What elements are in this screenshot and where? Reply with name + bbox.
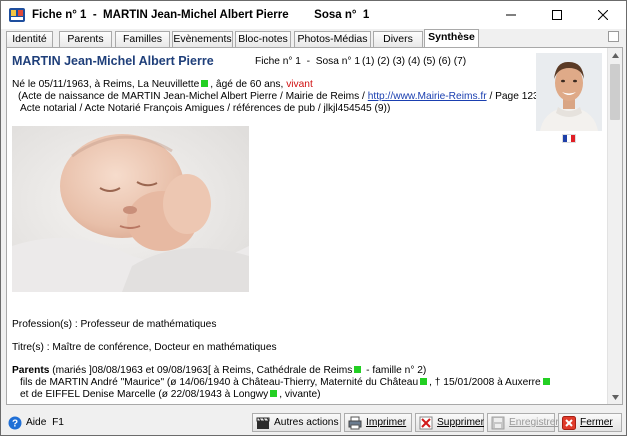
print-label: Imprimer (366, 417, 407, 428)
parents-family: - famille n° 2) (363, 365, 427, 376)
minimize-icon (506, 14, 516, 16)
help-shortcut: F1 (52, 417, 64, 428)
tab-identite[interactable]: Identité (6, 31, 53, 47)
father-line: fils de MARTIN André "Maurice" (ø 14/06/… (20, 377, 552, 389)
green-marker-icon (542, 378, 550, 385)
green-marker-icon (354, 366, 362, 373)
close-icon (598, 10, 608, 20)
parents-line: Parents (mariés ]08/08/1963 et 09/08/196… (12, 365, 426, 377)
scroll-down-arrow[interactable] (608, 390, 623, 404)
app-icon (8, 6, 26, 24)
delete-button[interactable]: Supprimer (415, 413, 484, 432)
help-label: Aide (26, 417, 47, 428)
svg-text:?: ? (12, 418, 18, 429)
close-window-button[interactable] (580, 1, 626, 29)
baby-photo (12, 126, 249, 292)
green-marker-icon (201, 80, 209, 87)
tab-synthese[interactable]: Synthèse (424, 29, 479, 47)
save-button[interactable]: Enregistrer (487, 413, 559, 432)
mother-line: et de EIFFEL Denise Marcelle (ø 22/08/19… (20, 389, 321, 401)
maximize-icon (552, 10, 562, 20)
fiche-info: Fiche n° 1 - Sosa n° 1 (255, 56, 360, 67)
print-button[interactable]: Imprimer (344, 413, 412, 432)
tab-parents[interactable]: Parents (59, 31, 112, 47)
birth-line: Né le 05/11/1963, à Reims, La Neuvillett… (12, 79, 313, 91)
bottom-toolbar: ? Aide F1 Autres actions Imprimer Suppri… (1, 409, 626, 435)
chevron-down-icon (612, 394, 619, 400)
other-actions-label: Autres actions (274, 417, 339, 428)
scroll-up-arrow[interactable] (608, 48, 623, 62)
tab-bar: Identité Parents Familles Evènements Blo… (6, 29, 623, 47)
birth-act-line: (Acte de naissance de MARTIN Jean-Michel… (18, 91, 580, 103)
close-button[interactable]: Fermer (558, 413, 622, 432)
vertical-scrollbar[interactable] (607, 48, 622, 404)
birth-text: Né le 05/11/1963, à Reims, La Neuvillett… (12, 79, 200, 90)
close-red-icon (562, 415, 576, 430)
help-button[interactable]: ? Aide F1 (5, 413, 65, 432)
mother-status: , vivante) (279, 389, 321, 400)
fiche-window: Fiche n° 1 - MARTIN Jean-Michel Albert P… (0, 0, 627, 436)
tab-familles[interactable]: Familles (115, 31, 170, 47)
person-portrait[interactable] (536, 53, 602, 131)
tab-bloc-notes[interactable]: Bloc-notes (235, 31, 291, 47)
other-actions-button[interactable]: Autres actions (252, 413, 341, 432)
close-label: Fermer (580, 417, 613, 428)
synthesis-panel: MARTIN Jean-Michel Albert Pierre Fiche n… (6, 47, 623, 405)
notary-line: Acte notarial / Acte Notarié François Am… (20, 103, 391, 114)
save-label: Enregistrer (509, 417, 559, 428)
clapper-icon (256, 416, 270, 430)
maximize-button[interactable] (534, 1, 580, 29)
french-flag-icon (562, 134, 576, 143)
person-name: MARTIN Jean-Michel Albert Pierre (12, 54, 214, 68)
window-controls (488, 1, 626, 29)
scroll-thumb[interactable] (610, 64, 620, 120)
tab-divers[interactable]: Divers (373, 31, 423, 47)
father-death: , † 15/01/2008 à Auxerre (429, 377, 541, 388)
source-references[interactable]: (1) (2) (3) (4) (5) (6) (7) (362, 56, 466, 67)
synthesis-content: MARTIN Jean-Michel Albert Pierre Fiche n… (7, 48, 607, 404)
delete-label: Supprimer (437, 417, 484, 428)
green-marker-icon (420, 378, 428, 385)
title-bar: Fiche n° 1 - MARTIN Jean-Michel Albert P… (1, 1, 626, 29)
profession-line: Profession(s) : Professeur de mathématiq… (12, 319, 217, 330)
tab-photos-medias[interactable]: Photos-Médias (294, 31, 371, 47)
parents-marriage: (mariés ]08/08/1963 et 09/08/1963[ à Rei… (49, 365, 353, 376)
help-icon: ? (8, 416, 22, 430)
birth-act-text: (Acte de naissance de MARTIN Jean-Michel… (18, 91, 365, 102)
living-status: vivant (286, 79, 313, 90)
green-marker-icon (270, 390, 278, 397)
save-icon (491, 416, 505, 430)
corner-checkbox[interactable] (608, 31, 619, 42)
window-title: Fiche n° 1 - MARTIN Jean-Michel Albert P… (32, 9, 370, 21)
tab-evenements[interactable]: Evènements (172, 31, 233, 47)
title-line: Titre(s) : Maître de conférence, Docteur… (12, 342, 277, 353)
chevron-up-icon (612, 52, 619, 58)
printer-icon (348, 416, 362, 430)
mother-text: et de EIFFEL Denise Marcelle (ø 22/08/19… (20, 389, 269, 400)
birth-age: , âgé de 60 ans, (210, 79, 284, 90)
delete-icon (419, 416, 433, 430)
minimize-button[interactable] (488, 1, 534, 29)
parents-label: Parents (12, 365, 50, 376)
father-text: fils de MARTIN André "Maurice" (ø 14/06/… (20, 377, 419, 388)
mairie-link[interactable]: http://www.Mairie-Reims.fr (368, 91, 487, 102)
